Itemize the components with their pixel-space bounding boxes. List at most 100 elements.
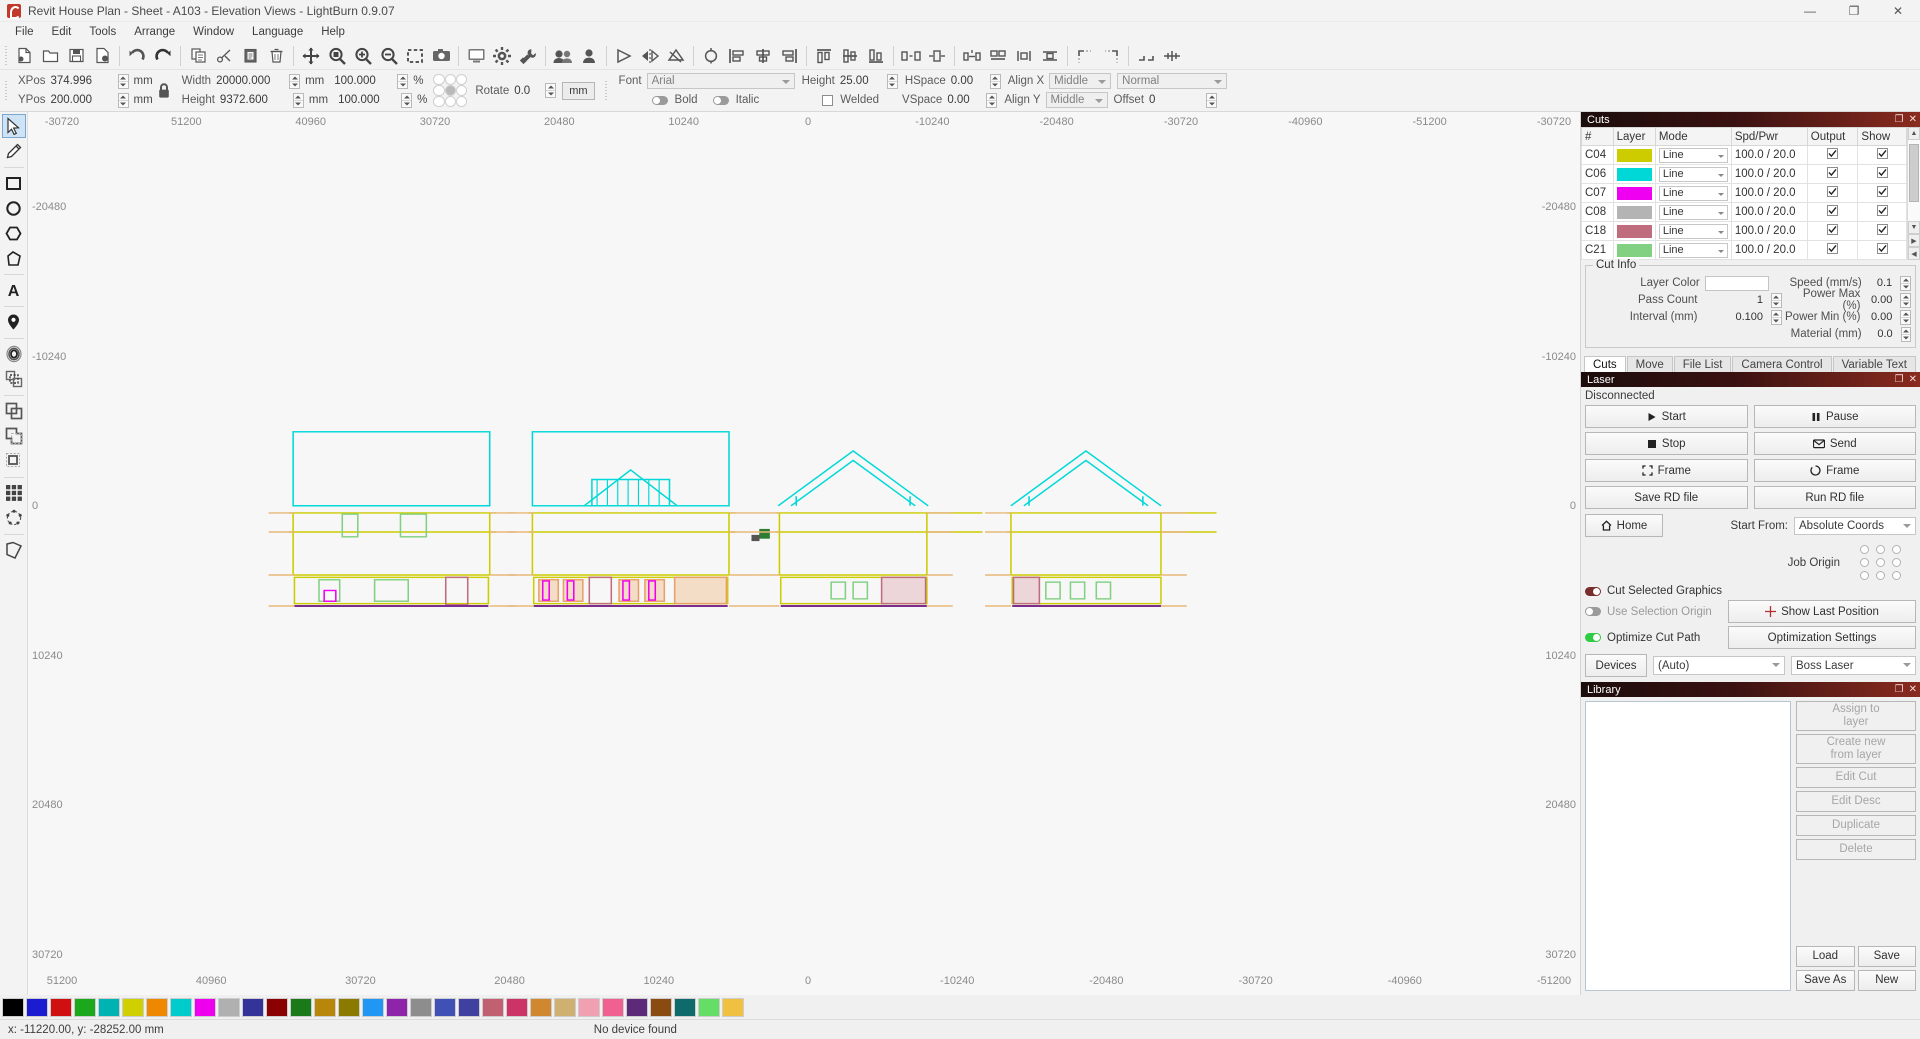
interval-value[interactable]: 0.100 bbox=[1702, 310, 1766, 325]
send-button[interactable]: Send bbox=[1753, 432, 1916, 455]
palette-color-6[interactable] bbox=[146, 997, 168, 1017]
align-x-select[interactable]: Middle bbox=[1049, 73, 1112, 89]
units-button[interactable]: mm bbox=[562, 81, 595, 100]
redo-icon[interactable] bbox=[150, 44, 176, 68]
node-edit-icon[interactable] bbox=[611, 44, 637, 68]
frame-preview-icon[interactable] bbox=[428, 44, 454, 68]
center-v-icon[interactable] bbox=[1037, 44, 1063, 68]
cut-layer-color[interactable] bbox=[1612, 240, 1656, 260]
undo-icon[interactable] bbox=[124, 44, 150, 68]
vspace-input[interactable]: 0.00 bbox=[947, 94, 981, 106]
job-origin-selector[interactable] bbox=[1856, 543, 1904, 582]
palette-color-1[interactable] bbox=[26, 997, 48, 1017]
distribute-v-icon[interactable] bbox=[924, 44, 950, 68]
job-origin-tr[interactable] bbox=[1891, 545, 1901, 554]
devices-button[interactable]: Devices bbox=[1585, 654, 1647, 677]
position-tool[interactable] bbox=[2, 310, 26, 334]
pass-count-spinner[interactable] bbox=[1771, 292, 1782, 308]
table-row[interactable]: C18 Line 100.0 / 20.0 bbox=[1581, 221, 1907, 241]
cut-mode[interactable]: Line bbox=[1654, 183, 1732, 203]
select-tool[interactable] bbox=[1, 114, 26, 138]
save-rd-file-button[interactable]: Save RD file bbox=[1585, 486, 1748, 509]
interval-spinner[interactable] bbox=[1771, 309, 1782, 325]
boolean-intersect-tool[interactable] bbox=[2, 449, 26, 473]
corner-tr-icon[interactable] bbox=[1098, 44, 1124, 68]
scroll-track[interactable] bbox=[1908, 140, 1920, 221]
cut-output-checkbox[interactable] bbox=[1806, 183, 1859, 203]
device-settings-icon[interactable] bbox=[515, 44, 541, 68]
palette-color-16[interactable] bbox=[386, 997, 408, 1017]
optimization-settings-button[interactable]: Optimization Settings bbox=[1728, 626, 1916, 649]
cut-spd-pwr[interactable]: 100.0 / 20.0 bbox=[1730, 183, 1808, 203]
close-button[interactable]: ✕ bbox=[1876, 0, 1920, 22]
scroll-up-button[interactable]: ▲ bbox=[1908, 127, 1920, 140]
mirror-horizontal-icon[interactable] bbox=[637, 44, 663, 68]
palette-color-9[interactable] bbox=[218, 997, 240, 1017]
array-v-icon[interactable] bbox=[1159, 44, 1185, 68]
cut-show-checkbox[interactable] bbox=[1857, 221, 1907, 241]
align-top-icon[interactable] bbox=[811, 44, 837, 68]
palette-color-22[interactable] bbox=[530, 997, 552, 1017]
cut-output-checkbox[interactable] bbox=[1806, 145, 1859, 165]
anchor-tr[interactable] bbox=[455, 73, 468, 85]
design-canvas[interactable]: -30720 51200 40960 30720 20480 10240 0 -10240 -2… bbox=[28, 112, 1580, 995]
align-bottom-icon[interactable] bbox=[863, 44, 889, 68]
cut-show-checkbox[interactable] bbox=[1857, 202, 1907, 222]
library-list[interactable] bbox=[1585, 701, 1791, 991]
new-file-icon[interactable] bbox=[11, 44, 37, 68]
palette-color-3[interactable] bbox=[74, 997, 96, 1017]
palette-color-14[interactable] bbox=[338, 997, 360, 1017]
zoom-out-icon[interactable] bbox=[376, 44, 402, 68]
lock-aspect-icon[interactable] bbox=[153, 82, 175, 99]
job-origin-ml[interactable] bbox=[1859, 558, 1869, 567]
cut-show-checkbox[interactable] bbox=[1857, 145, 1907, 165]
elevation-drawings[interactable] bbox=[28, 112, 1580, 995]
boolean-union-tool[interactable] bbox=[2, 399, 26, 423]
height-spinner[interactable] bbox=[292, 92, 304, 108]
close-panel-icon[interactable]: ✕ bbox=[1909, 684, 1917, 695]
width-percent-spinner[interactable] bbox=[397, 73, 409, 89]
corner-tl-icon[interactable] bbox=[1072, 44, 1098, 68]
job-origin-br[interactable] bbox=[1891, 571, 1901, 580]
show-last-position-button[interactable]: Show Last Position bbox=[1728, 600, 1916, 623]
text-height-input[interactable]: 25.00 bbox=[840, 75, 882, 87]
job-origin-tc[interactable] bbox=[1875, 545, 1885, 554]
scroll-down-button[interactable]: ▼ bbox=[1908, 221, 1920, 234]
tab-file-list[interactable]: File List bbox=[1673, 356, 1732, 373]
maximize-button[interactable]: ❐ bbox=[1832, 0, 1876, 22]
material-spinner[interactable] bbox=[1900, 326, 1912, 342]
cut-layer-color[interactable] bbox=[1612, 164, 1656, 184]
library-save-button[interactable]: Save bbox=[1857, 946, 1916, 967]
job-origin-tl[interactable] bbox=[1859, 545, 1869, 554]
height-percent-input[interactable]: 100.000 bbox=[338, 94, 396, 106]
palette-color-28[interactable] bbox=[674, 997, 696, 1017]
align-middle-v-icon[interactable] bbox=[837, 44, 863, 68]
palette-color-10[interactable] bbox=[242, 997, 264, 1017]
zoom-selection-icon[interactable] bbox=[402, 44, 428, 68]
palette-color-5[interactable] bbox=[122, 997, 144, 1017]
cut-show-checkbox[interactable] bbox=[1857, 240, 1907, 260]
palette-color-21[interactable] bbox=[506, 997, 528, 1017]
cut-layer-color[interactable] bbox=[1612, 221, 1656, 241]
job-origin-mc[interactable] bbox=[1875, 558, 1885, 567]
palette-color-4[interactable] bbox=[98, 997, 120, 1017]
toolbar-grip[interactable] bbox=[2, 45, 9, 66]
float-panel-icon[interactable]: ❐ bbox=[1895, 374, 1904, 385]
power-max-spinner[interactable] bbox=[1900, 292, 1911, 308]
bold-toggle[interactable] bbox=[651, 95, 668, 105]
palette-color-20[interactable] bbox=[482, 997, 504, 1017]
cut-spd-pwr[interactable]: 100.0 / 20.0 bbox=[1730, 202, 1808, 222]
table-row[interactable]: C21 Line 100.0 / 20.0 bbox=[1581, 240, 1907, 260]
optimize-cut-toggle[interactable] bbox=[1585, 633, 1601, 642]
height-percent-spinner[interactable] bbox=[401, 92, 413, 108]
pause-button[interactable]: Pause bbox=[1753, 405, 1916, 428]
move-icon[interactable] bbox=[298, 44, 324, 68]
width-percent-input[interactable]: 100.000 bbox=[334, 75, 392, 87]
palette-color-2[interactable] bbox=[50, 997, 72, 1017]
cut-mode[interactable]: Line bbox=[1654, 221, 1732, 241]
menu-arrange[interactable]: Arrange bbox=[125, 24, 184, 40]
palette-color-8[interactable] bbox=[194, 997, 216, 1017]
copy-icon[interactable] bbox=[185, 44, 211, 68]
zoom-in-icon[interactable] bbox=[350, 44, 376, 68]
use-selection-origin-toggle[interactable] bbox=[1585, 607, 1601, 616]
